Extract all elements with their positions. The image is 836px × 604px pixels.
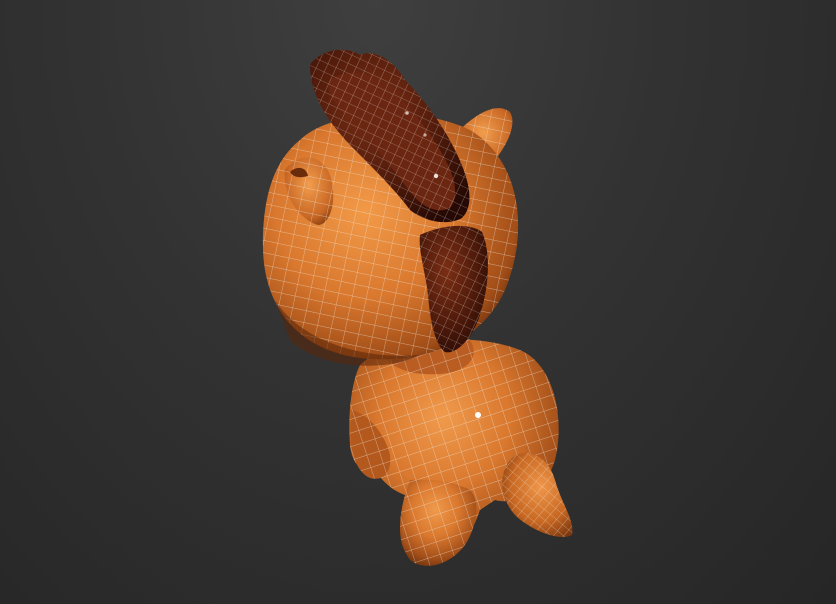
tail	[502, 452, 573, 538]
torso	[349, 339, 559, 566]
viewport-scene	[262, 49, 573, 566]
torso-specular-highlight	[475, 412, 481, 418]
3d-viewport[interactable]	[0, 0, 836, 604]
